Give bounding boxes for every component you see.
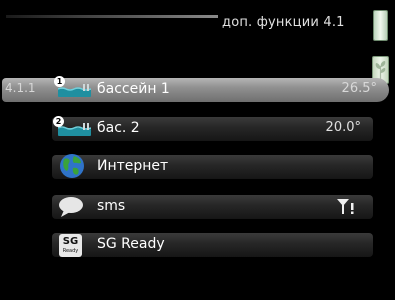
menu-item-label: Интернет [97,158,169,174]
sg-ready-icon-text: SG [62,236,79,247]
menu-item-label: SG Ready [97,236,165,252]
menu-item-pool-1[interactable]: 4.1.1 1 бассейн 1 26.5° [2,76,389,102]
sg-ready-icon-subtext: Ready [62,248,79,254]
pool-icon [58,84,91,97]
screen: доп. функции 4.1 4.1.1 1 бассейн 1 26.5° [0,0,395,300]
menu-item-number: 4.1.1 [5,81,36,95]
pool-icon [58,123,91,136]
pool-number-badge: 1 [54,76,65,87]
menu-item-internet[interactable]: Интернет [52,154,373,179]
plant-icon [375,61,386,79]
header-divider [6,15,218,18]
pool-temperature: 26.5° [341,81,377,96]
pool-number-badge: 2 [53,116,64,127]
signal-warning-icon [337,199,354,214]
page-title: доп. функции 4.1 [222,15,345,30]
pool-temperature: 20.0° [325,120,361,135]
menu-item-label: бас. 2 [97,120,140,136]
sg-ready-icon: SG Ready [59,234,82,257]
menu-item-label: sms [97,198,126,214]
chat-bubble-icon [59,197,83,217]
menu-item-sms[interactable]: sms [52,195,373,219]
globe-icon [60,154,84,178]
menu-item-label: бассейн 1 [97,81,170,97]
menu-item-sg-ready[interactable]: SG Ready SG Ready [52,233,373,257]
scroll-knob[interactable] [373,10,388,41]
menu-item-pool-2[interactable]: 2 бас. 2 20.0° [52,116,373,141]
